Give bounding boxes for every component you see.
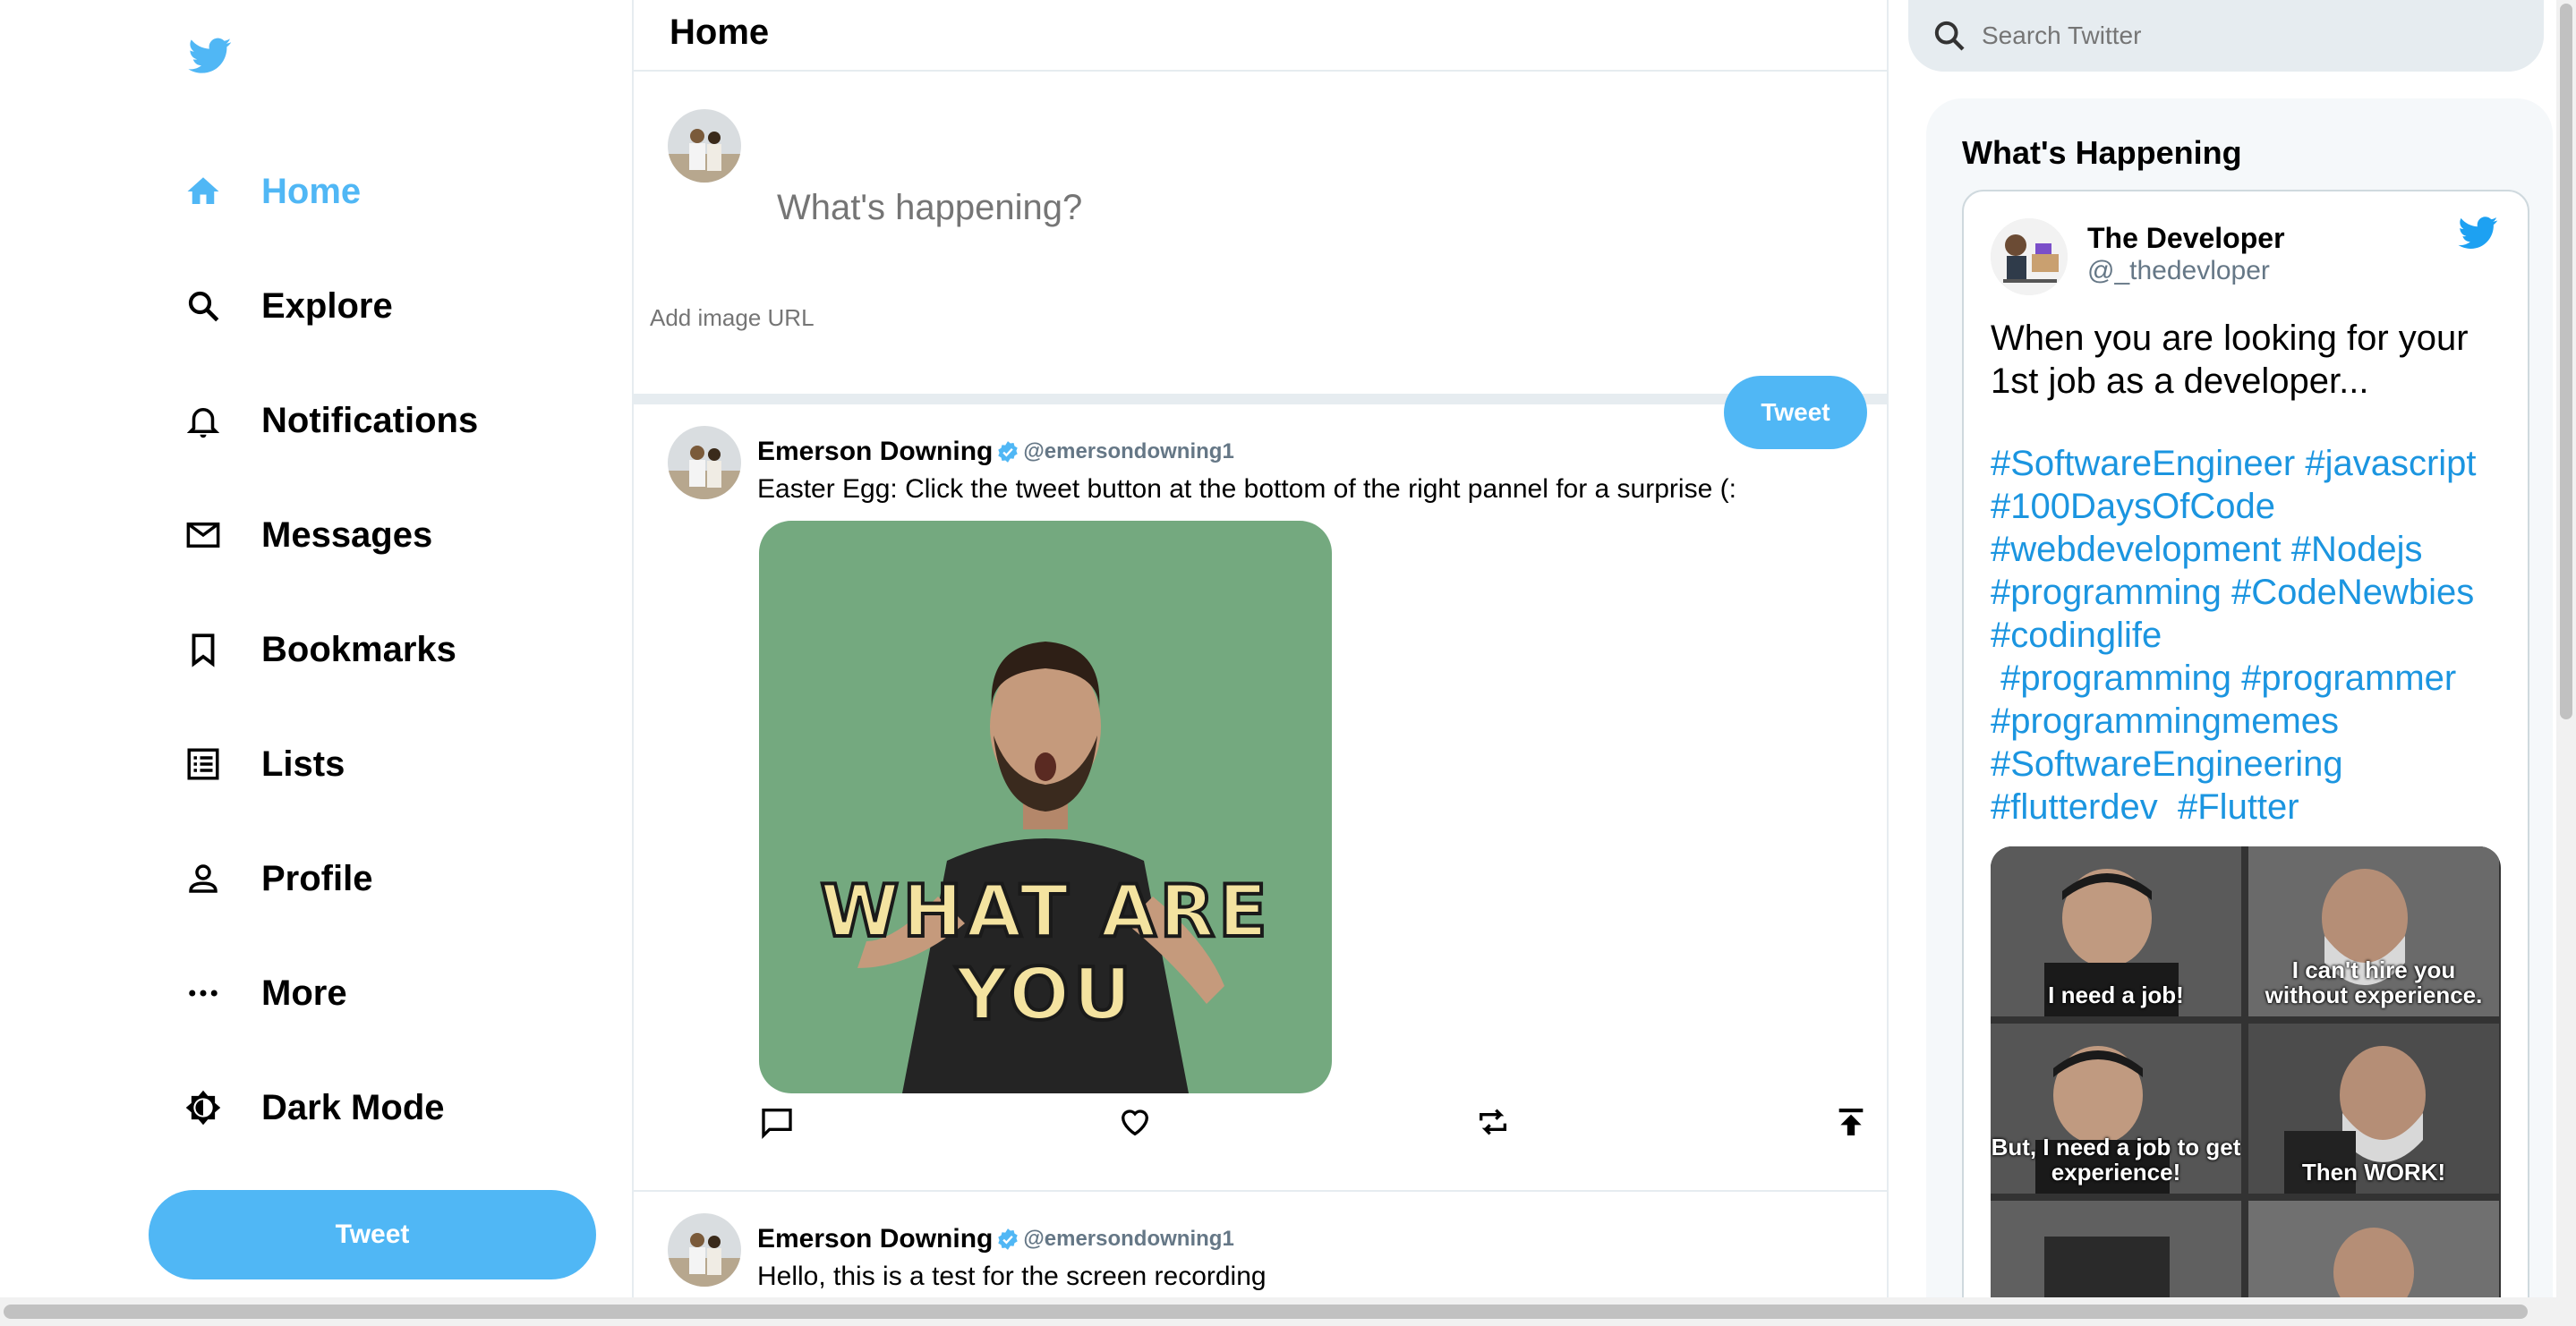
search-input[interactable] <box>1982 21 2519 50</box>
post-author-name[interactable]: Emerson Downing <box>757 1224 993 1254</box>
meme-caption: But, I need a job to get experience! <box>1991 1134 2241 1186</box>
bell-icon <box>186 408 220 438</box>
gif-caption: WHAT ARE YOU <box>818 868 1271 1038</box>
comment-icon[interactable] <box>759 1104 795 1140</box>
meme-panel: But, I need a job to get experience! <box>1991 1024 2241 1194</box>
sidebar-item-profile[interactable]: Profile <box>184 821 478 936</box>
list-icon <box>187 748 219 780</box>
vertical-scrollbar-thumb[interactable] <box>2560 4 2572 719</box>
embedded-tweet[interactable]: The Developer @_thedevloper When you are… <box>1962 190 2529 1297</box>
meme-panel <box>1991 1201 2241 1297</box>
page-title: Home <box>670 13 770 52</box>
embed-text: When you are looking for your 1st job as… <box>1991 319 2469 401</box>
embed-author-handle[interactable]: @_thedevloper <box>2087 256 2270 286</box>
avatar <box>668 1213 741 1287</box>
meme-caption: I need a job! <box>2048 982 2184 1008</box>
meme-panel: I can't hire you without experience. <box>2248 846 2499 1016</box>
image-url-input[interactable] <box>650 304 1187 332</box>
sidebar-item-label: Explore <box>261 285 393 326</box>
twitter-bird-icon[interactable] <box>186 34 235 77</box>
meme-panel: Then WORK! <box>2248 1024 2499 1194</box>
post-text: Hello, this is a test for the screen rec… <box>757 1262 1267 1291</box>
sidebar-item-dark-mode[interactable]: Dark Mode <box>184 1050 478 1165</box>
more-icon <box>189 990 218 997</box>
sidebar-item-notifications[interactable]: Notifications <box>184 363 478 478</box>
widgets-panel: What's Happening The Developer @_thedevl… <box>1889 0 2556 1297</box>
verified-badge-icon <box>998 441 1019 463</box>
widget-title: What's Happening <box>1962 134 2242 171</box>
sidebar-item-label: Bookmarks <box>261 629 456 669</box>
sidebar-tweet-button[interactable]: Tweet <box>149 1190 596 1279</box>
heart-icon[interactable] <box>1117 1104 1153 1140</box>
embed-author-name[interactable]: The Developer <box>2087 222 2285 255</box>
post-header: Emerson Downing @emersondowning1 <box>757 1224 1234 1254</box>
meme-caption: Then WORK! <box>2301 1159 2446 1186</box>
post-text: Easter Egg: Click the tweet button at th… <box>757 474 1736 504</box>
sidebar-item-more[interactable]: More <box>184 936 478 1050</box>
twitter-bird-icon[interactable] <box>2456 213 2501 252</box>
sidebar-item-label: Messages <box>261 514 433 555</box>
sidebar-nav: Home Explore Notifications Messages Book… <box>184 134 478 1165</box>
meme-caption: I can't hire you without experience. <box>2265 956 2483 1008</box>
share-icon[interactable] <box>1833 1104 1869 1140</box>
post-author-handle[interactable]: @emersondowning1 <box>1023 439 1233 464</box>
post-author-handle[interactable]: @emersondowning1 <box>1023 1227 1233 1252</box>
home-icon <box>187 177 219 204</box>
avatar <box>1991 218 2068 295</box>
sidebar-item-label: Profile <box>261 858 373 898</box>
sidebar-item-explore[interactable]: Explore <box>184 249 478 363</box>
sidebar-item-home[interactable]: Home <box>184 134 478 249</box>
feed: Home Tweet Emerson Downing @emersondowni… <box>634 0 1889 1297</box>
retweet-icon[interactable] <box>1475 1104 1511 1140</box>
sidebar-item-label: Home <box>261 171 362 211</box>
tweet-input[interactable] <box>777 188 1672 228</box>
post-media-gif[interactable]: WHAT ARE YOU <box>759 521 1332 1093</box>
sidebar-item-messages[interactable]: Messages <box>184 478 478 592</box>
sidebar-item-label: Notifications <box>261 400 479 440</box>
sidebar-item-label: Lists <box>261 744 345 784</box>
post: Emerson Downing @emersondowning1 Easter … <box>634 404 1887 1192</box>
avatar <box>668 109 741 183</box>
embed-hashtags[interactable]: #SoftwareEngineer #javascript #100DaysOf… <box>1991 442 2519 829</box>
bookmark-icon <box>192 633 215 667</box>
person-icon <box>189 864 218 893</box>
sidebar-item-label: Dark Mode <box>261 1087 445 1127</box>
meme-panel: I need a job! <box>1991 846 2241 1016</box>
sidebar-item-label: More <box>261 973 347 1013</box>
search-icon <box>188 291 219 322</box>
mail-icon <box>186 523 220 548</box>
verified-badge-icon <box>998 1228 1019 1250</box>
meme-panel <box>2248 1201 2499 1297</box>
vertical-scrollbar[interactable] <box>2556 0 2576 1297</box>
feed-header: Home <box>634 0 1887 72</box>
avatar <box>668 426 741 499</box>
sidebar-item-lists[interactable]: Lists <box>184 707 478 821</box>
search-icon <box>1934 21 1965 51</box>
embed-meme-image[interactable]: I need a job! I can't hire you without e… <box>1991 846 2501 1297</box>
post-header: Emerson Downing @emersondowning1 <box>757 437 1234 467</box>
sidebar-item-bookmarks[interactable]: Bookmarks <box>184 592 478 707</box>
post: Emerson Downing @emersondowning1 Hello, … <box>634 1192 1887 1297</box>
horizontal-scrollbar-thumb[interactable] <box>4 1305 2528 1319</box>
tweetbox: Tweet <box>634 72 1887 449</box>
search-bar[interactable] <box>1908 0 2544 72</box>
horizontal-scrollbar[interactable] <box>0 1297 2576 1326</box>
sidebar: Home Explore Notifications Messages Book… <box>0 0 634 1297</box>
post-author-name[interactable]: Emerson Downing <box>757 437 993 467</box>
brightness-icon <box>185 1090 221 1126</box>
